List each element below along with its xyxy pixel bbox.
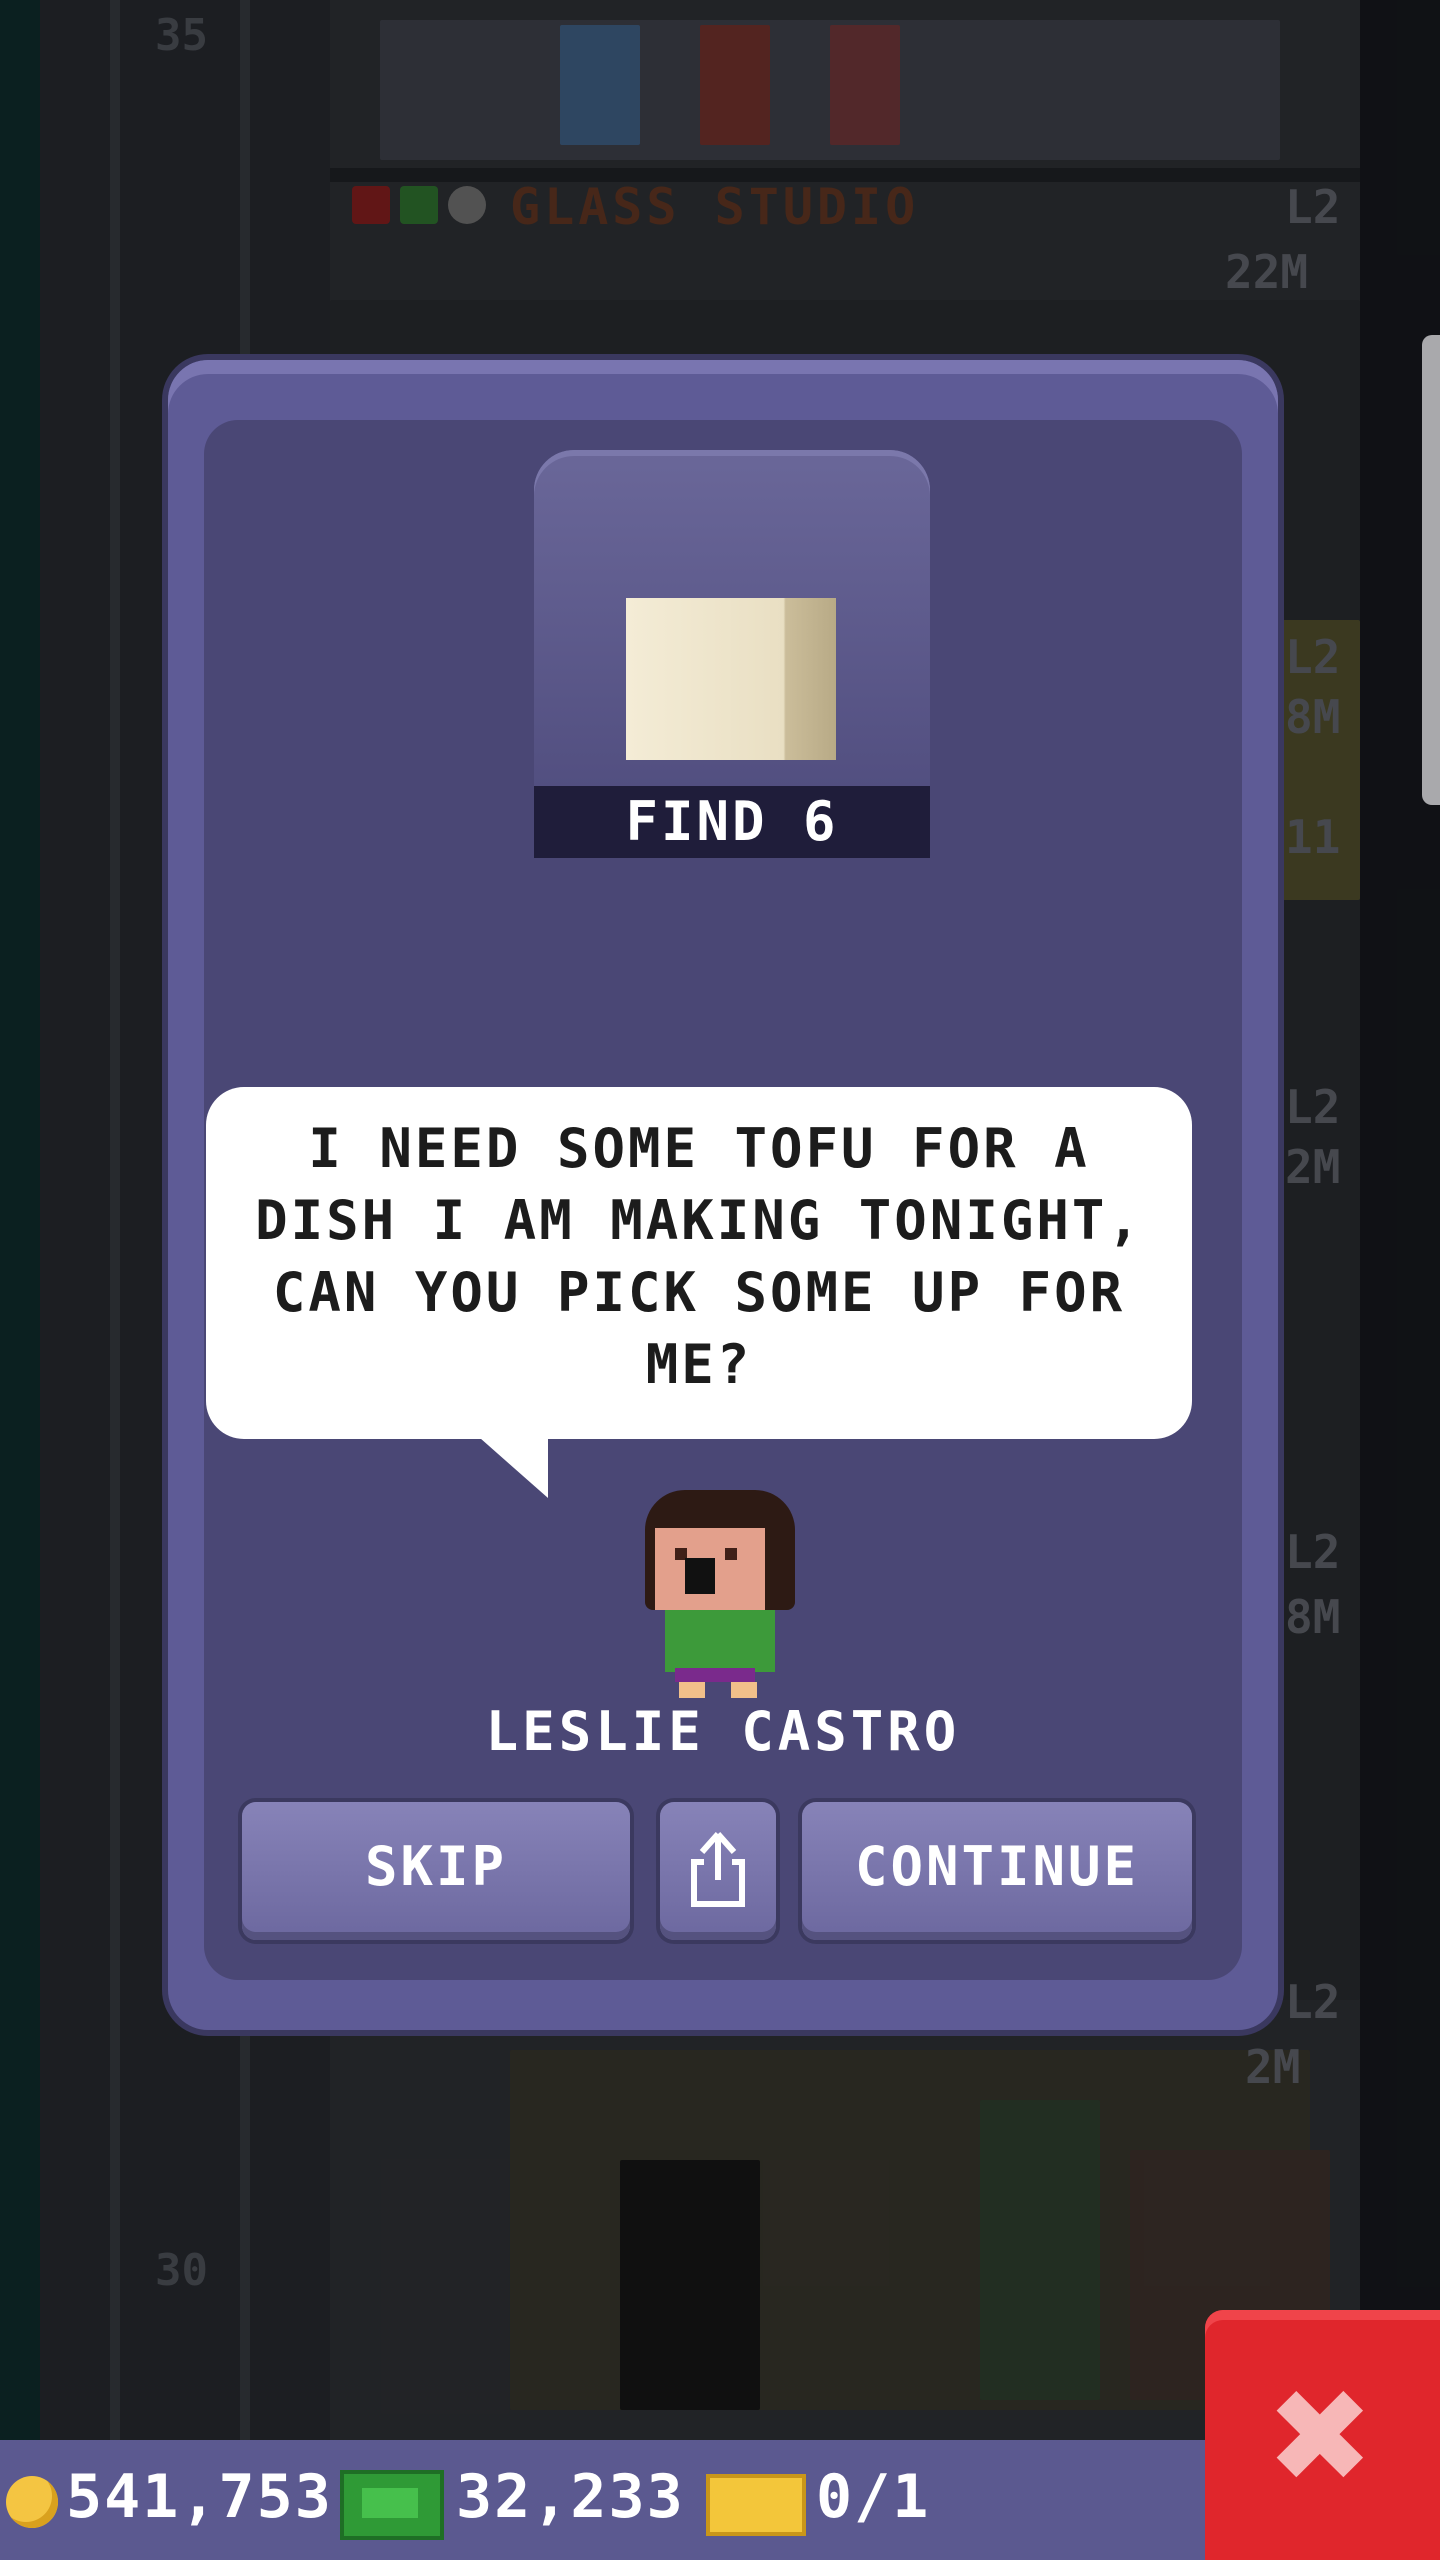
npc-shirt — [665, 1610, 775, 1672]
continue-button[interactable]: CONTINUE — [802, 1802, 1192, 1940]
speech-bubble-tail — [480, 1438, 548, 1498]
ticket-count: 0/1 — [816, 2462, 931, 2532]
speech-text: I NEED SOME TOFU FOR A DISH I AM MAKING … — [255, 1117, 1143, 1396]
tofu-icon — [626, 598, 836, 760]
coin-icon — [6, 2476, 58, 2528]
close-button[interactable]: ✖ — [1205, 2310, 1440, 2560]
mission-item-card: FIND 6 — [534, 450, 930, 858]
npc-eye — [725, 1548, 737, 1560]
skip-button[interactable]: SKIP — [242, 1802, 630, 1940]
bux-icon-inner — [362, 2488, 418, 2518]
npc-foot — [679, 1682, 705, 1698]
npc-shorts — [675, 1668, 755, 1682]
share-button[interactable] — [660, 1802, 776, 1940]
coin-count: 541,753 — [66, 2462, 333, 2532]
speech-bubble: I NEED SOME TOFU FOR A DISH I AM MAKING … — [206, 1087, 1192, 1439]
npc-avatar — [645, 1490, 795, 1700]
bux-icon — [340, 2470, 444, 2540]
golden-ticket-icon — [706, 2474, 806, 2536]
close-icon: ✖ — [1271, 2336, 1374, 2534]
bux-count: 32,233 — [456, 2462, 685, 2532]
npc-name: LESLIE CASTRO — [485, 1700, 961, 1763]
npc-mouth — [685, 1558, 715, 1594]
mission-goal-label: FIND 6 — [534, 786, 930, 858]
npc-foot — [731, 1682, 757, 1698]
share-icon — [691, 1832, 745, 1907]
